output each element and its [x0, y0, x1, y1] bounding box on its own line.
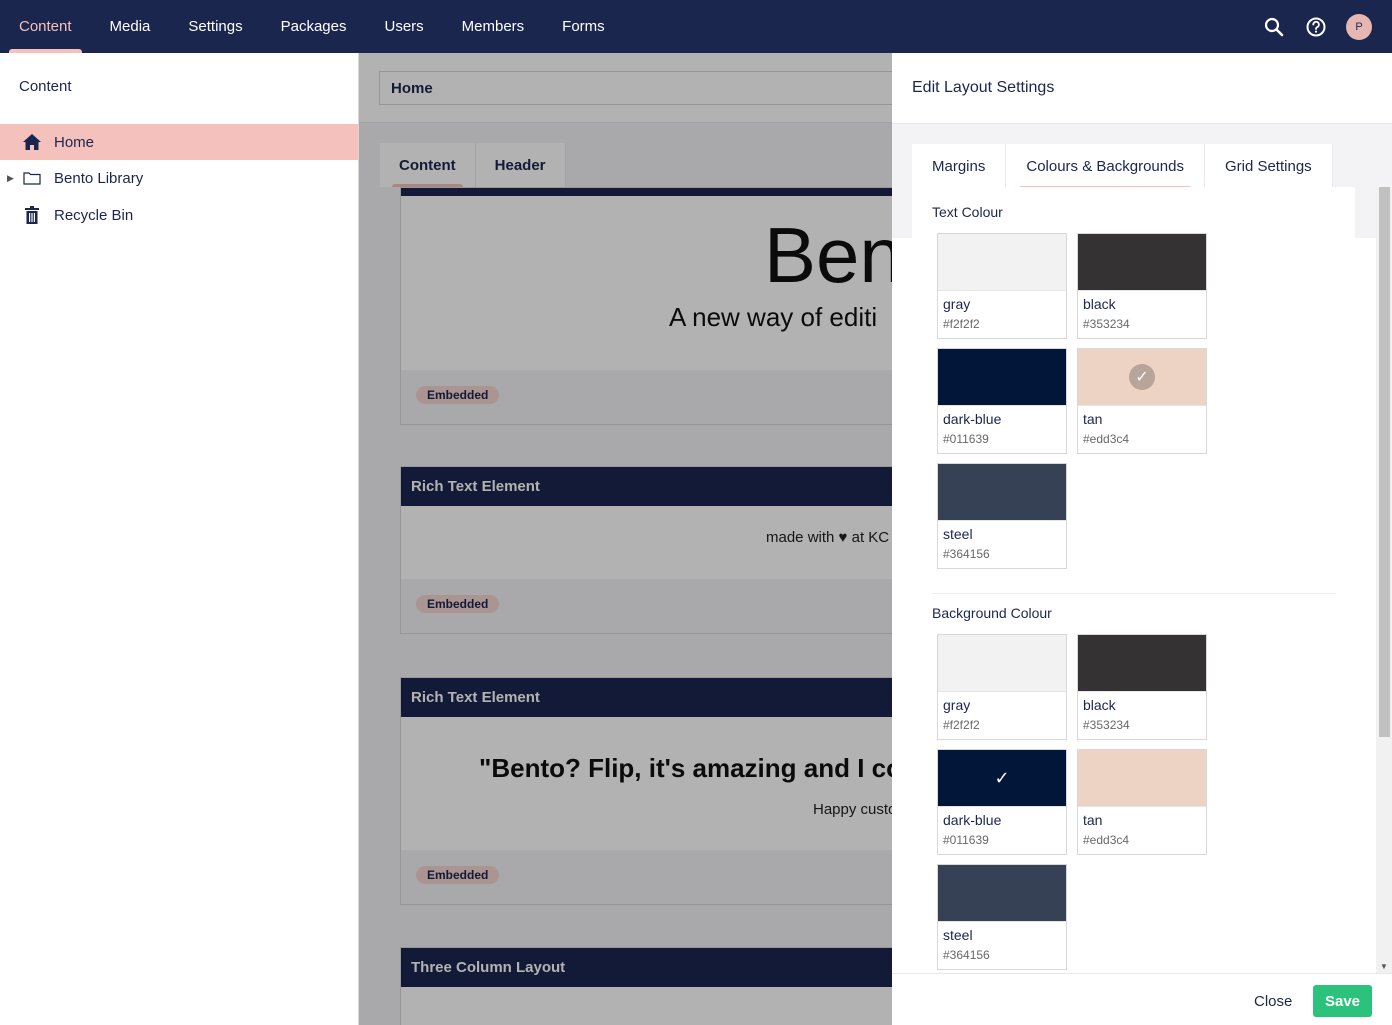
help-icon[interactable] — [1304, 15, 1328, 39]
swatch-name: black — [1083, 697, 1116, 713]
swatch-name: steel — [943, 526, 973, 542]
nav-settings-label: Settings — [188, 18, 243, 35]
text-colour-swatch-tan[interactable]: ✓ tan #edd3c4 — [1077, 348, 1207, 454]
text-colour-swatch-steel[interactable]: steel #364156 — [937, 463, 1067, 569]
nav-media-label: Media — [109, 18, 151, 35]
panel-tabs: Margins Colours & Backgrounds Grid Setti… — [912, 144, 1333, 189]
home-icon — [22, 132, 42, 152]
tree-item-label: Recycle Bin — [54, 206, 134, 224]
swatch-color — [938, 464, 1066, 521]
panel-footer: Close Save — [892, 973, 1392, 1025]
background-colour-swatch-black[interactable]: black #353234 — [1077, 634, 1207, 740]
tab-grid-settings[interactable]: Grid Settings — [1204, 144, 1333, 189]
swatch-hex: #011639 — [943, 833, 989, 847]
scroll-down-arrow-icon[interactable]: ▼ — [1380, 962, 1388, 971]
tree-item-recycle-bin[interactable]: Recycle Bin — [0, 197, 358, 233]
swatch-hex: #edd3c4 — [1083, 833, 1130, 847]
background-colour-swatch-steel[interactable]: steel #364156 — [937, 864, 1067, 970]
swatch-name: gray — [943, 296, 971, 312]
swatch-color: ✓ — [938, 750, 1066, 807]
swatch-color — [938, 349, 1066, 406]
selected-check-icon: ✓ — [1129, 364, 1155, 390]
nav-members-label: Members — [461, 18, 525, 35]
background-colour-label: Background Colour — [932, 605, 1052, 621]
content-tree: Content Home ▶ Bento Library Recycle Bin — [0, 53, 359, 1025]
background-colour-swatch-tan[interactable]: tan #edd3c4 — [1077, 749, 1207, 855]
modal-backdrop[interactable] — [359, 53, 892, 1025]
user-avatar[interactable]: P — [1346, 13, 1372, 40]
folder-icon — [22, 168, 42, 188]
nav-settings[interactable]: Settings — [169, 0, 261, 53]
search-icon[interactable] — [1262, 15, 1286, 39]
nav-content[interactable]: Content — [0, 0, 91, 53]
edit-layout-settings-panel: Edit Layout Settings Margins Colours & B… — [892, 53, 1392, 1025]
swatch-name: gray — [943, 697, 971, 713]
tab-colours-backgrounds[interactable]: Colours & Backgrounds — [1006, 144, 1205, 189]
swatch-name: dark-blue — [943, 411, 1002, 427]
swatch-color — [1078, 234, 1206, 291]
swatch-hex: #edd3c4 — [1083, 432, 1130, 446]
close-button[interactable]: Close — [1242, 986, 1304, 1016]
text-colour-swatch-black[interactable]: black #353234 — [1077, 233, 1207, 339]
text-colour-swatch-dark-blue[interactable]: dark-blue #011639 — [937, 348, 1067, 454]
swatch-name: tan — [1083, 812, 1103, 828]
swatch-hex: #364156 — [943, 547, 990, 561]
nav-media[interactable]: Media — [91, 0, 170, 53]
nav-users[interactable]: Users — [365, 0, 442, 53]
nav-users-label: Users — [384, 18, 424, 35]
swatch-hex: #f2f2f2 — [943, 317, 980, 331]
swatch-hex: #353234 — [1083, 718, 1130, 732]
swatch-color: ✓ — [1078, 349, 1206, 406]
panel-scrollbar[interactable]: ▼ — [1376, 187, 1392, 973]
swatch-name: steel — [943, 927, 973, 943]
tree-item-label: Home — [54, 133, 95, 151]
swatch-hex: #f2f2f2 — [943, 718, 980, 732]
trash-icon — [22, 205, 42, 225]
nav-packages-label: Packages — [280, 18, 347, 35]
tab-label: Colours & Backgrounds — [1026, 158, 1184, 175]
background-colour-swatch-gray[interactable]: gray #f2f2f2 — [937, 634, 1067, 740]
swatch-hex: #364156 — [943, 948, 990, 962]
tree-item-home[interactable]: Home — [0, 124, 358, 160]
nav-forms[interactable]: Forms — [543, 0, 624, 53]
tree-item-bento-library[interactable]: ▶ Bento Library — [0, 160, 358, 196]
expand-caret-icon[interactable]: ▶ — [7, 173, 14, 184]
tab-label: Grid Settings — [1224, 158, 1312, 175]
swatch-color — [938, 635, 1066, 692]
text-colour-label: Text Colour — [932, 204, 1003, 220]
swatch-color — [1078, 635, 1206, 692]
scrollbar-thumb[interactable] — [1379, 187, 1390, 737]
swatch-color — [1078, 750, 1206, 807]
nav-members[interactable]: Members — [443, 0, 544, 53]
swatch-name: tan — [1083, 411, 1103, 427]
tab-label: Margins — [932, 158, 986, 175]
nav-forms-label: Forms — [562, 18, 605, 35]
swatch-color — [938, 865, 1066, 922]
swatch-color — [938, 234, 1066, 291]
selected-check-icon: ✓ — [994, 767, 1010, 788]
swatch-name: dark-blue — [943, 812, 1002, 828]
nav-tools: P — [1262, 0, 1372, 53]
panel-title: Edit Layout Settings — [912, 79, 1055, 96]
swatch-name: black — [1083, 296, 1116, 312]
nav-packages[interactable]: Packages — [262, 0, 366, 53]
tab-margins[interactable]: Margins — [912, 144, 1007, 189]
background-colour-swatch-dark-blue[interactable]: ✓ dark-blue #011639 — [937, 749, 1067, 855]
tree-title: Content — [19, 78, 72, 95]
colours-tab-body: Text Colour gray #f2f2f2 black #353234 d… — [912, 187, 1355, 973]
top-navigation: Content Media Settings Packages Users Me… — [0, 0, 1392, 53]
swatch-hex: #011639 — [943, 432, 989, 446]
swatch-hex: #353234 — [1083, 317, 1130, 331]
avatar-initial: P — [1355, 20, 1363, 33]
text-colour-swatch-gray[interactable]: gray #f2f2f2 — [937, 233, 1067, 339]
save-button[interactable]: Save — [1313, 985, 1372, 1017]
nav-content-label: Content — [19, 18, 72, 35]
section-divider — [932, 593, 1336, 594]
tree-item-label: Bento Library — [54, 169, 144, 187]
